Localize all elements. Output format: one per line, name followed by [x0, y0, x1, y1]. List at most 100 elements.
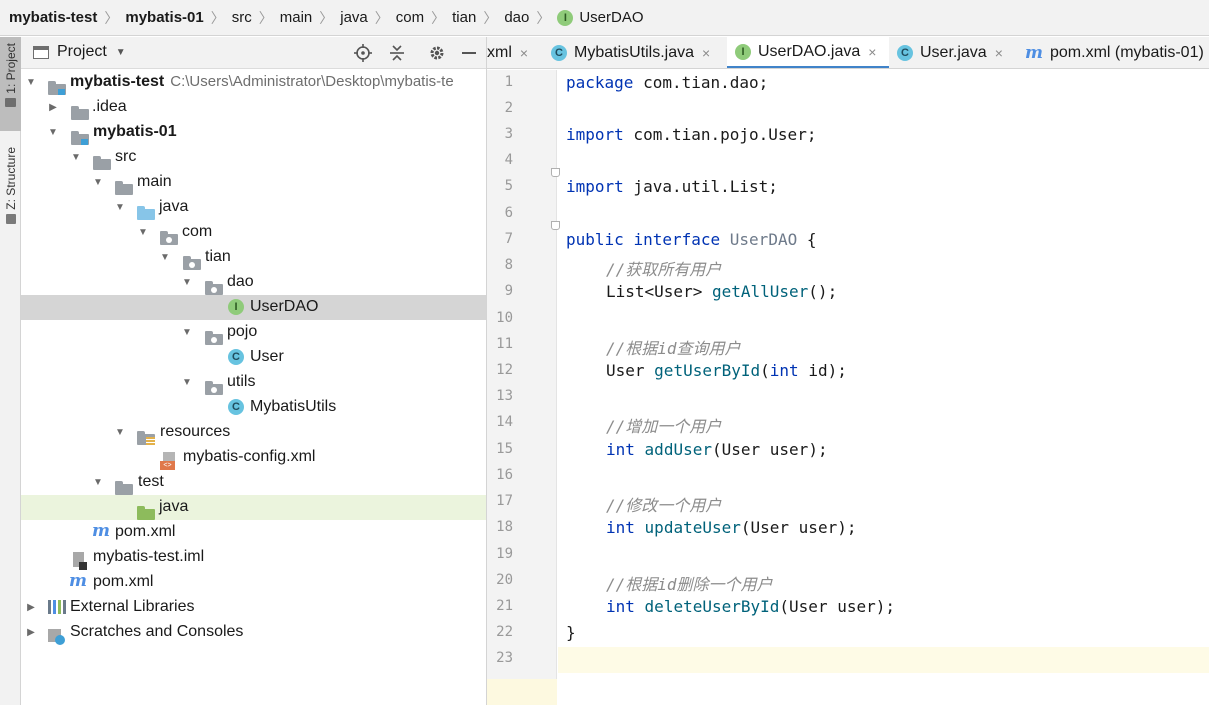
expand-arrow-icon[interactable]: ▼: [25, 77, 37, 88]
project-tool-label: 1: Project: [3, 43, 18, 94]
code-comment[interactable]: //获取所有用户: [606, 256, 721, 280]
code-comment[interactable]: //增加一个用户: [606, 413, 721, 437]
tree-item-mybatis-01[interactable]: ▼ mybatis-01: [21, 120, 486, 145]
expand-arrow-icon[interactable]: ▼: [92, 477, 104, 488]
tree-item-pojo[interactable]: ▼ pojo: [21, 320, 486, 345]
collapsed-arrow-icon[interactable]: ▶: [25, 602, 37, 613]
tree-item-module-pom[interactable]: m pom.xml: [21, 520, 486, 545]
line-number: 16: [496, 467, 513, 483]
tab-label: User.java: [920, 44, 987, 61]
code-line[interactable]: int deleteUserById(User user);: [606, 597, 895, 616]
expand-arrow-icon[interactable]: ▼: [181, 377, 193, 388]
code-line[interactable]: import com.tian.pojo.User;: [566, 125, 816, 144]
tree-label: java: [159, 198, 189, 215]
package-icon: [205, 280, 223, 295]
module-folder-icon: [71, 130, 89, 145]
tree-item-mybatisutils[interactable]: C MybatisUtils: [21, 395, 486, 420]
code-line[interactable]: }: [566, 623, 576, 642]
tree-item-external-libraries[interactable]: ▶ External Libraries: [21, 595, 486, 620]
expand-arrow-icon[interactable]: ▼: [114, 427, 126, 438]
expand-arrow-icon[interactable]: ▼: [181, 277, 193, 288]
collapse-all-icon[interactable]: [387, 43, 407, 63]
tree-item-tian[interactable]: ▼ tian: [21, 245, 486, 270]
expand-arrow-icon[interactable]: ▼: [70, 152, 82, 163]
code-line[interactable]: package com.tian.dao;: [566, 73, 768, 92]
code-line[interactable]: int updateUser(User user);: [606, 518, 856, 537]
collapsed-arrow-icon[interactable]: ▶: [47, 102, 59, 113]
code-line[interactable]: int addUser(User user);: [606, 440, 828, 459]
tree-label: UserDAO: [250, 298, 319, 315]
code-line[interactable]: User getUserById(int id);: [606, 361, 847, 380]
expand-arrow-icon[interactable]: ▼: [114, 202, 126, 213]
structure-tool-button[interactable]: Z: Structure: [0, 147, 21, 247]
breadcrumb-item[interactable]: java: [340, 9, 368, 26]
tool-window-strip: 1: Project Z: Structure: [0, 37, 21, 705]
class-icon: C: [228, 399, 244, 415]
line-number: 11: [496, 336, 513, 352]
breadcrumb-item[interactable]: src: [232, 9, 252, 26]
tree-item-dao[interactable]: ▼ dao: [21, 270, 486, 295]
project-tool-button[interactable]: 1: Project: [0, 37, 21, 131]
tab-mybatisutils[interactable]: C MybatisUtils.java ×: [549, 37, 727, 68]
expand-arrow-icon[interactable]: ▼: [47, 127, 59, 138]
locate-file-icon[interactable]: [353, 43, 373, 63]
close-icon[interactable]: ×: [702, 45, 710, 61]
tab-userdao[interactable]: I UserDAO.java ×: [727, 37, 889, 68]
breadcrumb-item-current[interactable]: I UserDAO: [557, 9, 644, 26]
tab-pom[interactable]: m pom.xml (mybatis-01): [1025, 37, 1209, 68]
tree-item-main[interactable]: ▼ main: [21, 170, 486, 195]
tree-item-test-java[interactable]: java: [21, 495, 486, 520]
breadcrumb-item[interactable]: tian: [452, 9, 476, 26]
line-number: 1: [504, 74, 513, 90]
tree-item-mybatis-config[interactable]: <> mybatis-config.xml: [21, 445, 486, 470]
breadcrumb-item[interactable]: main: [280, 9, 313, 26]
tree-item-mybatis-test[interactable]: ▼ mybatis-test C:\Users\Administrator\Des…: [21, 70, 486, 95]
code-comment[interactable]: //根据id查询用户: [606, 335, 741, 359]
expand-arrow-icon[interactable]: ▼: [137, 227, 149, 238]
tree-item-scratches[interactable]: ▶ Scratches and Consoles: [21, 620, 486, 645]
line-number: 4: [504, 152, 513, 168]
code-line[interactable]: public interface UserDAO {: [566, 230, 816, 249]
tree-item-user[interactable]: C User: [21, 345, 486, 370]
tree-item-idea[interactable]: ▶ .idea: [21, 95, 486, 120]
tab-xml[interactable]: xml ×: [487, 37, 545, 68]
breadcrumb-separator-icon: 〉: [319, 9, 334, 26]
structure-icon: [5, 213, 16, 224]
tab-user[interactable]: C User.java ×: [897, 37, 1017, 68]
chevron-down-icon: ▼: [115, 46, 126, 58]
package-icon: [205, 380, 223, 395]
tree-item-utils[interactable]: ▼ utils: [21, 370, 486, 395]
gear-icon[interactable]: [427, 43, 447, 63]
tree-item-root-pom[interactable]: m pom.xml: [21, 570, 486, 595]
breadcrumb-item[interactable]: mybatis-test: [9, 9, 97, 26]
tree-item-userdao[interactable]: I UserDAO: [21, 295, 486, 320]
close-icon[interactable]: ×: [520, 45, 528, 61]
breadcrumb-separator-icon: 〉: [374, 9, 389, 26]
tree-item-src[interactable]: ▼ src: [21, 145, 486, 170]
expand-arrow-icon[interactable]: ▼: [159, 252, 171, 263]
close-icon[interactable]: ×: [995, 45, 1003, 61]
breadcrumb-item[interactable]: com: [396, 9, 424, 26]
line-number: 18: [496, 519, 513, 535]
project-view-selector[interactable]: Project ▼: [33, 43, 126, 61]
code-comment[interactable]: //根据id删除一个用户: [606, 571, 773, 595]
class-icon: C: [228, 349, 244, 365]
tree-item-test[interactable]: ▼ test: [21, 470, 486, 495]
tree-item-java[interactable]: ▼ java: [21, 195, 486, 220]
tree-item-com[interactable]: ▼ com: [21, 220, 486, 245]
tree-item-iml[interactable]: mybatis-test.iml: [21, 545, 486, 570]
breadcrumb-item[interactable]: dao: [504, 9, 529, 26]
collapsed-arrow-icon[interactable]: ▶: [25, 627, 37, 638]
expand-arrow-icon[interactable]: ▼: [181, 327, 193, 338]
close-icon[interactable]: ×: [868, 44, 876, 60]
code-comment[interactable]: //修改一个用户: [606, 492, 721, 516]
folder-icon: [115, 480, 133, 495]
code-line[interactable]: import java.util.List;: [566, 177, 778, 196]
tree-label: tian: [205, 248, 231, 265]
tree-item-resources[interactable]: ▼ resources: [21, 420, 486, 445]
code-editor[interactable]: package com.tian.dao; import com.tian.po…: [558, 70, 1209, 705]
code-line[interactable]: List<User> getAllUser();: [606, 282, 837, 301]
breadcrumb-item[interactable]: mybatis-01: [125, 9, 203, 26]
expand-arrow-icon[interactable]: ▼: [92, 177, 104, 188]
hide-panel-icon[interactable]: [459, 43, 479, 63]
